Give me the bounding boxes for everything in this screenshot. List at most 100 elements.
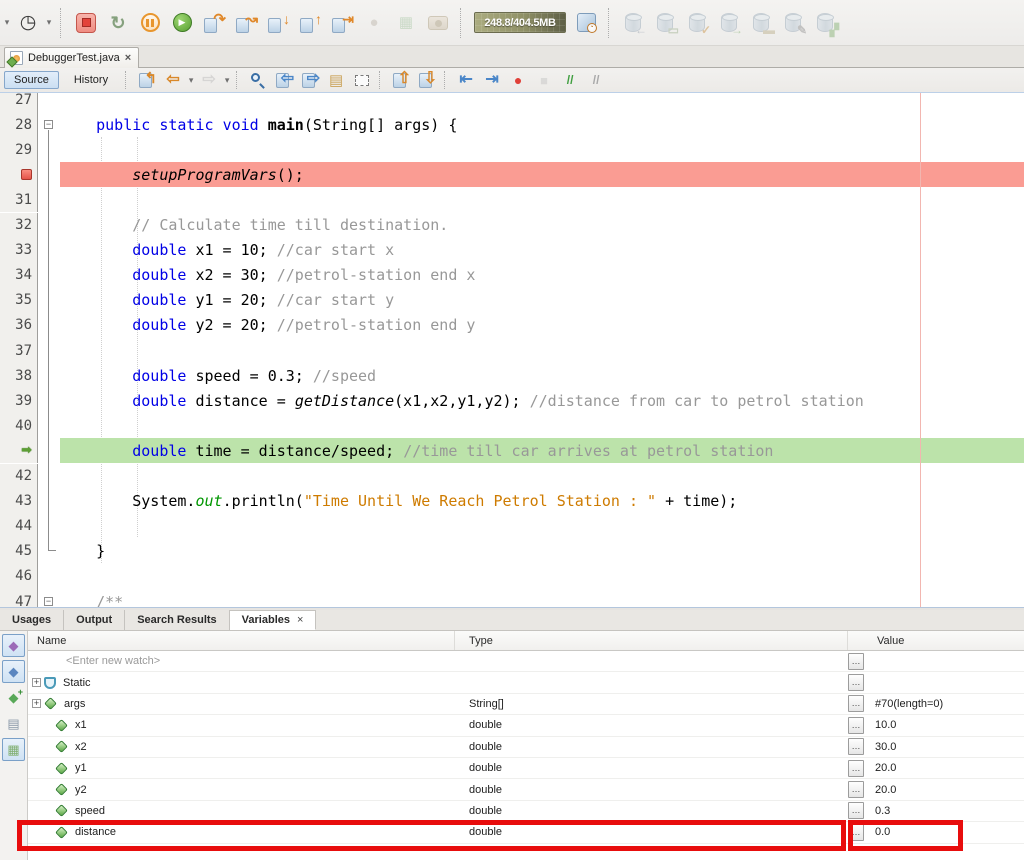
value-editor-button[interactable]: … <box>848 674 864 691</box>
gutter-line-35[interactable]: 35 <box>0 288 38 313</box>
variable-formatters-button[interactable]: ▤ <box>2 712 25 735</box>
code-line-34[interactable]: 34 double x2 = 30; //petrol-station end … <box>0 263 1024 288</box>
table-row-speed[interactable]: speeddouble…0.3 <box>28 801 1024 822</box>
gutter-line-47[interactable]: 47 <box>0 589 38 607</box>
code-line-40[interactable]: 40 <box>0 413 1024 438</box>
gutter-line-44[interactable]: 44 <box>0 514 38 539</box>
code-line-36[interactable]: 36 double y2 = 20; //petrol-station end … <box>0 313 1024 338</box>
fold-collapse-icon[interactable]: − <box>44 120 53 129</box>
rectangular-selection-icon[interactable] <box>351 69 373 91</box>
step-out-icon[interactable]: ↑ <box>297 10 323 36</box>
code-editor[interactable]: 2728 public static void main(String[] ar… <box>0 93 1024 607</box>
previous-bookmark-icon[interactable]: ⇧ <box>390 69 412 91</box>
pause-icon[interactable] <box>137 10 163 36</box>
code-text[interactable] <box>60 137 1024 162</box>
next-bookmark-icon[interactable]: ⇩ <box>416 69 438 91</box>
code-line-44[interactable]: 44 <box>0 514 1024 539</box>
code-line-42[interactable]: 42 <box>0 464 1024 489</box>
table-row-x1[interactable]: x1double…10.0 <box>28 715 1024 736</box>
code-line-43[interactable]: 43 System.out.println("Time Until We Rea… <box>0 489 1024 514</box>
table-row-Enternewwatch[interactable]: <Enter new watch>… <box>28 651 1024 672</box>
code-text[interactable] <box>60 564 1024 589</box>
code-line-41[interactable]: ➡ double time = distance/speed; //time t… <box>0 438 1024 463</box>
code-text[interactable]: double x1 = 10; //car start x <box>60 238 1024 263</box>
toggle-highlight-search-icon[interactable]: ▤ <box>325 69 347 91</box>
last-edit-location-icon[interactable]: ↰ <box>136 69 158 91</box>
step-into-icon[interactable]: ↓ <box>265 10 291 36</box>
comment-icon[interactable]: // <box>559 69 581 91</box>
gutter-line-27[interactable]: 27 <box>0 93 38 112</box>
code-text[interactable]: double time = distance/speed; //time til… <box>60 438 1024 463</box>
step-over-expression-icon[interactable]: ↝ <box>233 10 259 36</box>
tab-close-icon[interactable]: × <box>125 52 131 64</box>
finish-debugger-icon[interactable] <box>73 10 99 36</box>
code-text[interactable]: setupProgramVars(); <box>60 162 1024 187</box>
memory-indicator[interactable]: 248.8/404.5MB <box>474 12 566 33</box>
panel-tab-close-icon[interactable]: × <box>297 614 303 626</box>
breakpoint-icon[interactable] <box>21 169 32 180</box>
panel-tab-variables[interactable]: Variables× <box>230 610 317 630</box>
code-line-46[interactable]: 46 <box>0 564 1024 589</box>
gutter-line-30[interactable] <box>0 162 38 187</box>
gutter-line-38[interactable]: 38 <box>0 363 38 388</box>
code-line-28[interactable]: 28 public static void main(String[] args… <box>0 112 1024 137</box>
code-text[interactable]: double speed = 0.3; //speed <box>60 363 1024 388</box>
step-over-icon[interactable]: ↷ <box>201 10 227 36</box>
code-text[interactable] <box>60 413 1024 438</box>
panel-tab-search-results[interactable]: Search Results <box>125 610 229 630</box>
code-line-27[interactable]: 27 <box>0 93 1024 112</box>
code-line-30[interactable]: setupProgramVars(); <box>0 162 1024 187</box>
code-line-37[interactable]: 37 <box>0 338 1024 363</box>
value-editor-button[interactable]: … <box>848 802 864 819</box>
code-text[interactable]: double y2 = 20; //petrol-station end y <box>60 313 1024 338</box>
tab-debuggertest-java[interactable]: DebuggerTest.java × <box>4 47 139 68</box>
code-text[interactable]: } <box>60 539 1024 564</box>
table-row-y1[interactable]: y1double…20.0 <box>28 758 1024 779</box>
panel-tab-output[interactable]: Output <box>64 610 125 630</box>
gutter-line-45[interactable]: 45 <box>0 539 38 564</box>
shift-line-right-icon[interactable]: ⇥ <box>481 69 503 91</box>
debug-session-dropdown[interactable]: ▾ <box>44 17 54 28</box>
code-line-35[interactable]: 35 double y1 = 20; //car start y <box>0 288 1024 313</box>
code-text[interactable] <box>60 93 1024 112</box>
gutter-line-32[interactable]: 32 <box>0 213 38 238</box>
show-evaluation-result-button[interactable]: ◆ <box>2 660 25 683</box>
continue-icon[interactable]: ▶ <box>169 10 195 36</box>
forward-dropdown[interactable]: ▾ <box>222 75 232 86</box>
new-watch-button[interactable]: ◆+ <box>2 686 25 709</box>
gutter-line-28[interactable]: 28 <box>0 112 38 137</box>
code-text[interactable]: /** <box>60 589 1024 607</box>
gutter-line-29[interactable]: 29 <box>0 137 38 162</box>
value-editor-button[interactable]: … <box>848 695 864 712</box>
column-header-type[interactable]: Type <box>455 631 848 650</box>
value-editor-button[interactable]: … <box>848 717 864 734</box>
gutter-line-41[interactable]: ➡ <box>0 438 38 463</box>
code-text[interactable] <box>60 187 1024 212</box>
code-text[interactable] <box>60 338 1024 363</box>
gutter-line-31[interactable]: 31 <box>0 187 38 212</box>
code-line-39[interactable]: 39 double distance = getDistance(x1,x2,y… <box>0 388 1024 413</box>
code-text[interactable]: double x2 = 30; //petrol-station end x <box>60 263 1024 288</box>
find-next-icon[interactable]: ⇨ <box>299 69 321 91</box>
start-macro-recording-icon[interactable]: ● <box>507 69 529 91</box>
code-text[interactable] <box>60 514 1024 539</box>
reset-session-icon[interactable]: ↻ <box>105 10 131 36</box>
expand-icon[interactable]: + <box>32 678 41 687</box>
gutter-line-40[interactable]: 40 <box>0 413 38 438</box>
panel-tab-usages[interactable]: Usages <box>0 610 64 630</box>
value-editor-button[interactable]: … <box>848 781 864 798</box>
code-text[interactable]: // Calculate time till destination. <box>60 213 1024 238</box>
history-view-button[interactable]: History <box>65 72 117 88</box>
gutter-line-42[interactable]: 42 <box>0 464 38 489</box>
table-row-y2[interactable]: y2double…20.0 <box>28 779 1024 800</box>
gutter-line-43[interactable]: 43 <box>0 489 38 514</box>
table-view-button[interactable]: ▦ <box>2 738 25 761</box>
shift-line-left-icon[interactable]: ⇤ <box>455 69 477 91</box>
table-row-x2[interactable]: x2double…30.0 <box>28 737 1024 758</box>
gutter-line-39[interactable]: 39 <box>0 388 38 413</box>
gutter-line-33[interactable]: 33 <box>0 238 38 263</box>
debug-session-clock-icon[interactable]: ◷ <box>15 10 41 36</box>
code-line-47[interactable]: 47 /** <box>0 589 1024 607</box>
code-text[interactable]: System.out.println("Time Until We Reach … <box>60 489 1024 514</box>
back-icon[interactable]: ⇦ <box>162 69 184 91</box>
